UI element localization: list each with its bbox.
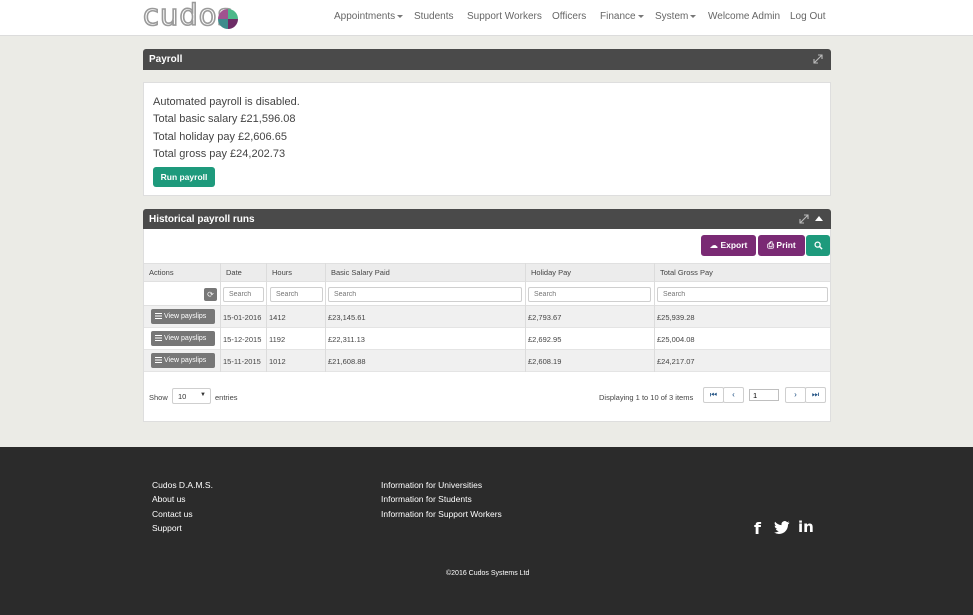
- cell-hours: 1012: [269, 357, 286, 366]
- nav-support-workers[interactable]: Support Workers: [467, 11, 542, 22]
- column-divider: [325, 263, 326, 372]
- expand-icon[interactable]: [799, 214, 809, 224]
- nav-appointments[interactable]: Appointments: [334, 11, 404, 22]
- cell-date: 15-11-2015: [223, 357, 261, 366]
- cell-gross: £25,939.28: [657, 313, 695, 322]
- cell-hours: 1192: [269, 335, 286, 344]
- cell-date: 15-01-2016: [223, 313, 262, 322]
- caret-down-icon: [637, 14, 644, 18]
- cell-gross: £24,217.07: [657, 357, 695, 366]
- payroll-panel-body: Automated payroll is disabled. Total bas…: [143, 82, 831, 196]
- twitter-icon[interactable]: [774, 521, 790, 534]
- copyright: ©2016 Cudos Systems Ltd: [446, 570, 530, 577]
- table-row: View payslips 15-01-2016 1412 £23,145.61…: [144, 306, 830, 328]
- pagination-info: Displaying 1 to 10 of 3 items: [599, 393, 694, 402]
- page-number-input[interactable]: [749, 389, 779, 401]
- basic-salary-search-input[interactable]: [328, 287, 522, 302]
- gross-pay-search-input[interactable]: [657, 287, 828, 302]
- refresh-icon[interactable]: ⟳: [204, 288, 217, 301]
- linkedin-icon[interactable]: in: [798, 518, 814, 536]
- entries-label: entries: [215, 393, 238, 402]
- cell-basic: £21,608.88: [328, 357, 366, 366]
- cell-holiday: £2,608.19: [528, 357, 562, 366]
- table-row: View payslips 15-11-2015 1012 £21,608.88…: [144, 350, 830, 372]
- hours-search-input[interactable]: [270, 287, 323, 302]
- dropdown-arrow-icon: ▼: [200, 392, 206, 398]
- payroll-status: Automated payroll is disabled.: [153, 96, 300, 108]
- first-page-icon[interactable]: ⏮: [703, 387, 724, 403]
- last-page-icon[interactable]: ⏭: [805, 387, 826, 403]
- nav-system[interactable]: System: [655, 11, 697, 22]
- footer-link-about[interactable]: About us: [152, 494, 186, 504]
- show-label: Show: [149, 393, 168, 402]
- footer-link-students[interactable]: Information for Students: [381, 494, 472, 504]
- total-basic-salary: Total basic salary £21,596.08: [153, 113, 296, 125]
- footer-link-contact[interactable]: Contact us: [152, 509, 193, 519]
- search-icon: [813, 241, 823, 250]
- payroll-panel-title: Payroll: [149, 54, 183, 65]
- prev-page-icon[interactable]: ‹: [723, 387, 744, 403]
- print-button[interactable]: ⎙ Print: [758, 235, 805, 256]
- cell-hours: 1412: [269, 313, 286, 322]
- col-actions: Actions: [149, 268, 174, 277]
- table-row: View payslips 15-12-2015 1192 £22,311.13…: [144, 328, 830, 350]
- nav-students[interactable]: Students: [414, 11, 453, 22]
- caret-down-icon: [397, 14, 404, 18]
- col-gross-pay[interactable]: Total Gross Pay: [660, 268, 713, 277]
- pagination: ⏮ ‹ › ⏭: [703, 387, 827, 403]
- cell-holiday: £2,692.95: [528, 335, 562, 344]
- col-hours[interactable]: Hours: [272, 268, 292, 277]
- column-divider: [525, 263, 526, 372]
- export-button[interactable]: ☁ Export: [701, 235, 756, 256]
- footer-link-dams[interactable]: Cudos D.A.M.S.: [152, 480, 213, 490]
- total-gross-pay: Total gross pay £24,202.73: [153, 148, 286, 160]
- facebook-icon[interactable]: f: [754, 519, 761, 538]
- nav-welcome-admin[interactable]: Welcome Admin: [708, 11, 780, 22]
- search-toggle-button[interactable]: [806, 235, 830, 256]
- nav-menu: Appointments Students Support Workers Of…: [0, 0, 973, 36]
- next-page-icon[interactable]: ›: [785, 387, 806, 403]
- run-payroll-button[interactable]: Run payroll: [153, 167, 215, 187]
- entries-select[interactable]: 10 ▼: [172, 388, 211, 404]
- col-date[interactable]: Date: [226, 268, 242, 277]
- cell-holiday: £2,793.67: [528, 313, 562, 322]
- list-icon: [155, 357, 162, 364]
- view-payslips-button[interactable]: View payslips: [151, 309, 215, 324]
- list-icon: [155, 335, 162, 342]
- top-navigation: cudos Appointments Students Support Work…: [0, 0, 973, 36]
- nav-log-out[interactable]: Log Out: [790, 11, 826, 22]
- cell-basic: £23,145.61: [328, 313, 366, 322]
- footer-link-support[interactable]: Support: [152, 523, 182, 533]
- col-holiday-pay[interactable]: Holiday Pay: [531, 268, 571, 277]
- column-divider: [266, 263, 267, 372]
- history-panel-header: Historical payroll runs: [143, 209, 831, 229]
- cell-date: 15-12-2015: [223, 335, 262, 344]
- footer-link-support-workers[interactable]: Information for Support Workers: [381, 509, 502, 519]
- history-panel-title: Historical payroll runs: [149, 214, 255, 225]
- payroll-panel-header: Payroll: [143, 49, 831, 70]
- filter-row: ⟳: [144, 283, 830, 306]
- printer-icon: ⎙: [767, 240, 775, 250]
- col-basic-salary[interactable]: Basic Salary Paid: [331, 268, 390, 277]
- total-holiday-pay: Total holiday pay £2,606.65: [153, 131, 287, 143]
- footer: [0, 447, 973, 615]
- view-payslips-button[interactable]: View payslips: [151, 331, 215, 346]
- list-icon: [155, 313, 162, 320]
- column-divider: [654, 263, 655, 372]
- nav-finance[interactable]: Finance: [600, 11, 644, 22]
- cell-gross: £25,004.08: [657, 335, 695, 344]
- table-header: Actions Date Hours Basic Salary Paid Hol…: [144, 263, 830, 282]
- view-payslips-button[interactable]: View payslips: [151, 353, 215, 368]
- nav-officers[interactable]: Officers: [552, 11, 586, 22]
- cell-basic: £22,311.13: [328, 335, 365, 344]
- cloud-download-icon: ☁: [709, 240, 719, 250]
- collapse-icon[interactable]: [815, 216, 823, 221]
- caret-down-icon: [690, 14, 697, 18]
- date-search-input[interactable]: [223, 287, 264, 302]
- column-divider: [220, 263, 221, 372]
- holiday-pay-search-input[interactable]: [528, 287, 651, 302]
- footer-link-universities[interactable]: Information for Universities: [381, 480, 482, 490]
- expand-icon[interactable]: [813, 54, 823, 64]
- history-panel-body: ☁ Export ⎙ Print Actions Date Hours Basi…: [143, 229, 831, 422]
